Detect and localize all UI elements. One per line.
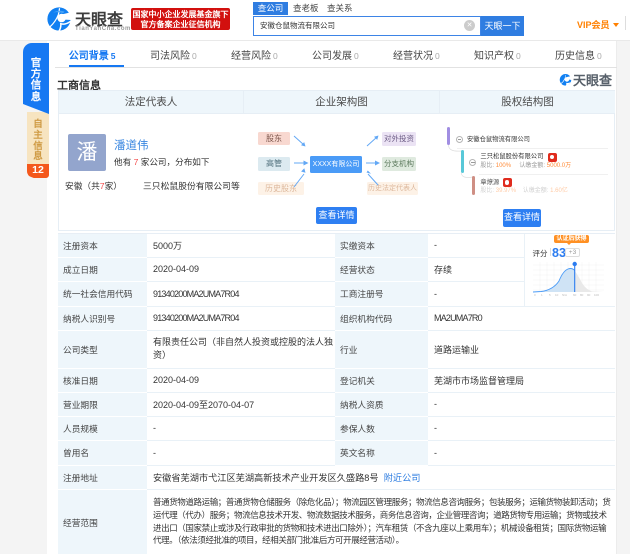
- svg-text:90: 90: [587, 293, 591, 297]
- svg-text:5: 5: [549, 293, 551, 297]
- svg-text:0: 0: [534, 293, 536, 297]
- svg-text:10: 10: [555, 293, 559, 297]
- svg-text:1: 1: [541, 293, 543, 297]
- svg-text:60: 60: [573, 293, 577, 297]
- svg-text:80: 80: [580, 293, 584, 297]
- svg-text:天眼查: 天眼查: [573, 73, 613, 88]
- svg-text:100: 100: [594, 293, 599, 297]
- svg-text:N/A: N/A: [562, 293, 567, 297]
